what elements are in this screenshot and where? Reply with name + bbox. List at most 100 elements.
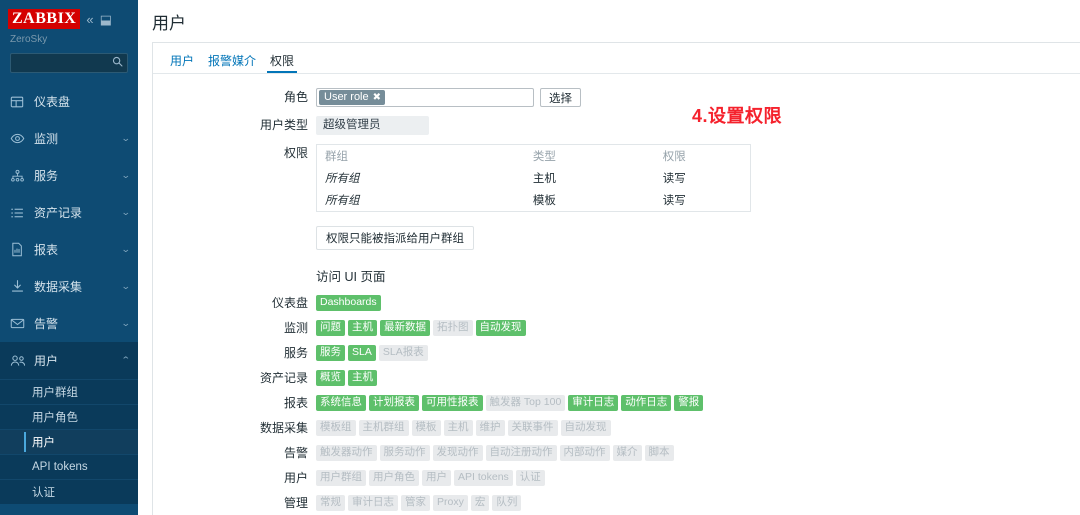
sidebar-item-administration[interactable]: 管理 ⌄ (0, 504, 138, 515)
sidebar-item-services[interactable]: 服务 ⌄ (0, 157, 138, 194)
tab-user[interactable]: 用户 (163, 54, 201, 73)
role-multiselect[interactable]: User role ✖ (316, 88, 534, 107)
ui-section-administration: 管理 常规 审计日志 管家 Proxy 宏 队列 (153, 495, 1080, 511)
sidebar-item-users-list[interactable]: 用户 (0, 429, 138, 454)
ui-section-services: 服务 服务 SLA SLA报表 (153, 345, 1080, 361)
cell-type: 模板 (532, 195, 556, 207)
select-role-button[interactable]: 选择 (540, 88, 581, 107)
ui-badge: 认证 (515, 470, 545, 486)
ui-badge: 管家 (401, 495, 430, 511)
ui-section-label: 数据采集 (259, 420, 308, 435)
list-icon (10, 206, 30, 220)
collapse-sidebar-icon[interactable]: « (86, 13, 93, 26)
tab-permissions[interactable]: 权限 (263, 54, 301, 73)
sidebar-item-inventory[interactable]: 资产记录 ⌄ (0, 194, 138, 231)
ui-badge: 关联事件 (507, 420, 558, 436)
sidebar-item-user-roles[interactable]: 用户角色 (0, 404, 138, 429)
sidebar-header: ZABBIX « ⬓ ZeroSky (0, 0, 138, 73)
sidebar-label: 仪表盘 (34, 95, 71, 109)
user-type-value: 超级管理员 (316, 116, 429, 135)
ui-badge: 最新数据 (380, 320, 430, 336)
ui-badge: 审计日志 (568, 395, 619, 411)
cell-permission: 读写 (662, 195, 686, 207)
ui-section-inventory: 资产记录 概览 主机 (153, 370, 1080, 386)
ui-badge: 服务动作 (379, 445, 430, 461)
user-type-row: 用户类型 超级管理员 (153, 116, 1080, 135)
sidebar-nav: 仪表盘 监测 ⌄ 服务 ⌄ 资产记录 ⌄ 报表 ⌄ 数据采集 ⌄ 告警 ⌄ 用户… (0, 83, 138, 515)
ui-section-alerts: 告警 触发器动作 服务动作 发现动作 自动注册动作 内部动作 媒介 脚本 (153, 445, 1080, 461)
sidebar-label: 用户 (34, 354, 59, 368)
ui-section-label: 服务 (283, 345, 308, 360)
table-row: 所有组 模板 读写 (317, 189, 750, 211)
envelope-icon (10, 317, 30, 330)
ui-section-label: 仪表盘 (271, 295, 308, 310)
ui-badge: Proxy (433, 495, 468, 511)
sidebar-item-api-tokens[interactable]: API tokens (0, 454, 138, 479)
ui-badge: 服务 (316, 345, 345, 361)
ui-badge-group: 问题 主机 最新数据 拓扑图 自动发现 (316, 320, 526, 336)
ui-badge-group: 概览 主机 (316, 370, 377, 386)
sidebar-item-monitoring[interactable]: 监测 ⌄ (0, 120, 138, 157)
hide-sidebar-icon[interactable]: ⬓ (100, 13, 112, 26)
chevron-down-icon: ⌄ (121, 281, 132, 291)
role-control: User role ✖ 选择 (316, 88, 581, 107)
ui-badge: 审计日志 (348, 495, 398, 511)
sidebar-label: 告警 (34, 317, 59, 331)
sidebar-item-authentication[interactable]: 认证 (0, 479, 138, 504)
ui-badge: 警报 (674, 395, 704, 411)
sidebar-item-alerts[interactable]: 告警 ⌄ (0, 305, 138, 342)
eye-icon (10, 131, 30, 146)
role-chip: User role ✖ (319, 90, 386, 105)
ui-badge: 拓扑图 (433, 320, 473, 336)
sidebar-item-user-groups[interactable]: 用户群组 (0, 379, 138, 404)
ui-badge: 模板 (411, 420, 441, 436)
sidebar-item-users[interactable]: 用户 ⌃ (0, 342, 138, 379)
chevron-down-icon: ⌄ (121, 133, 132, 143)
ui-badge: 触发器动作 (316, 445, 377, 461)
sidebar-label: 监测 (34, 132, 59, 146)
sidebar-label: 资产记录 (34, 206, 83, 220)
sidebar-sublabel: 认证 (32, 487, 55, 499)
sidebar-item-dashboard[interactable]: 仪表盘 (0, 83, 138, 120)
chevron-down-icon: ⌄ (121, 170, 132, 180)
hint-control: 权限只能被指派给用户群组 (316, 226, 474, 250)
ui-badge: 概览 (316, 370, 345, 386)
ui-badge: 主机 (348, 370, 377, 386)
ui-badge: 模板组 (316, 420, 356, 436)
sidebar-sublabel: 用户 (32, 437, 55, 449)
sidebar-item-reports[interactable]: 报表 ⌄ (0, 231, 138, 268)
ui-section-dashboard: 仪表盘 Dashboards (153, 295, 1080, 311)
cell-permission: 读写 (662, 173, 686, 185)
sidebar-submenu-users: 用户群组 用户角色 用户 API tokens 认证 (0, 379, 138, 504)
download-icon (10, 279, 30, 294)
main-content: 用户 4.设置权限 用户 报警媒介 权限 角色 User role ✖ 选择 用… (138, 0, 1080, 515)
sidebar-search (10, 53, 128, 73)
sidebar-sublabel: 用户角色 (32, 412, 78, 424)
ui-badge: SLA报表 (378, 345, 428, 361)
page-title: 用户 (152, 14, 186, 33)
ui-badge-group: 服务 SLA SLA报表 (316, 345, 428, 361)
tab-media[interactable]: 报警媒介 (201, 54, 263, 73)
close-icon[interactable]: ✖ (373, 90, 381, 105)
role-label: 角色 (283, 90, 308, 104)
search-input[interactable] (10, 53, 128, 73)
report-icon (10, 242, 30, 257)
ui-badge-group: 系统信息 计划报表 可用性报表 触发器 Top 100 审计日志 动作日志 警报 (316, 395, 704, 411)
ui-badge: 用户 (422, 470, 451, 486)
ui-badge: 脚本 (644, 445, 674, 461)
cell-group: 所有组 (325, 195, 360, 207)
ui-badge: 系统信息 (316, 395, 366, 411)
permissions-hint: 权限只能被指派给用户群组 (316, 226, 474, 250)
role-row: 角色 User role ✖ 选择 (153, 88, 1080, 107)
column-header-type: 类型 (532, 151, 556, 163)
ui-badge-group: 模板组 主机群组 模板 主机 维护 关联事件 自动发现 (316, 420, 611, 436)
cell-type: 主机 (532, 173, 556, 185)
ui-section-label: 资产记录 (259, 370, 308, 385)
ui-badge: 宏 (470, 495, 490, 511)
ui-badge: 动作日志 (621, 395, 672, 411)
sidebar-item-data-collection[interactable]: 数据采集 ⌄ (0, 268, 138, 305)
annotation-step-4: 4.设置权限 (692, 106, 783, 126)
ui-section-label: 用户 (283, 470, 308, 485)
ui-badge: 维护 (475, 420, 505, 436)
ui-badge: 发现动作 (432, 445, 483, 461)
